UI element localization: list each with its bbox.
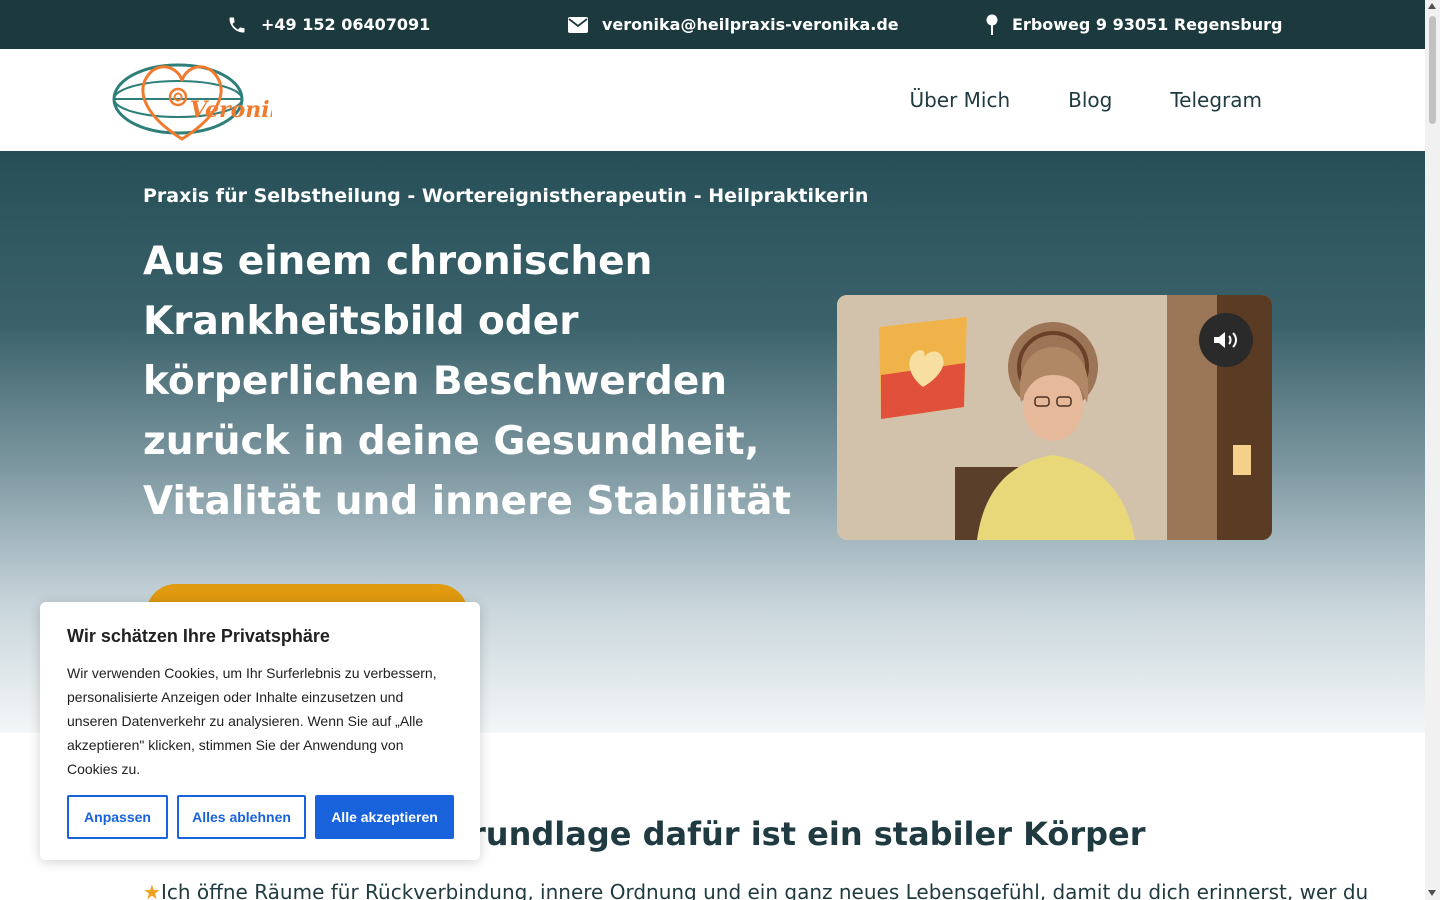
speaker-volume-icon <box>1214 332 1237 348</box>
cookie-buttons: Anpassen Alles ablehnen Alle akzeptieren <box>67 795 463 839</box>
site-header: Veronika Über Mich Blog Telegram <box>0 49 1425 151</box>
cookie-accept-button[interactable]: Alle akzeptieren <box>315 795 454 839</box>
map-pin-icon <box>986 14 998 35</box>
cookie-consent-dialog: Wir schätzen Ihre Privatsphäre Wir verwe… <box>40 602 480 860</box>
email-address: veronika@heilpraxis-veronika.de <box>602 15 899 34</box>
video-sound-button[interactable] <box>1199 313 1253 367</box>
section-intro: ★Ich öffne Räume für Rückverbindung, inn… <box>143 880 1368 900</box>
logo-text: Veronika <box>190 97 272 123</box>
phone-icon <box>229 17 245 32</box>
cookie-reject-button[interactable]: Alles ablehnen <box>177 795 306 839</box>
address-text: Erboweg 9 93051 Regensburg <box>1012 15 1283 34</box>
phone-contact[interactable]: +49 152 06407091 <box>227 0 430 49</box>
page-scrollbar[interactable] <box>1425 0 1440 900</box>
section-text: Ich öffne Räume für Rückverbindung, inne… <box>160 880 1369 900</box>
section-heading: rundlage dafür ist ein stabiler Körper <box>470 815 1146 853</box>
main-nav: Über Mich Blog Telegram <box>851 49 1262 151</box>
heart-globe-logo: Veronika <box>112 63 299 141</box>
nav-item-ueber-mich[interactable]: Über Mich <box>909 88 1010 112</box>
scroll-down-arrow-icon[interactable] <box>1428 890 1436 896</box>
scrollbar-thumb[interactable] <box>1429 16 1436 124</box>
cookie-customize-button[interactable]: Anpassen <box>67 795 168 839</box>
cookie-text: Wir verwenden Cookies, um Ihr Surferlebn… <box>67 665 437 777</box>
site-logo[interactable]: Veronika <box>112 59 299 143</box>
nav-item-telegram[interactable]: Telegram <box>1170 88 1262 112</box>
cookie-title: Wir schätzen Ihre Privatsphäre <box>67 626 330 646</box>
star-icon: ★ <box>143 880 161 900</box>
address-contact[interactable]: Erboweg 9 93051 Regensburg <box>986 0 1282 49</box>
nav-item-blog[interactable]: Blog <box>1068 88 1112 112</box>
hero-title: Aus einem chronischen Krankheitsbild ode… <box>143 239 792 524</box>
scroll-up-arrow-icon[interactable] <box>1428 3 1436 9</box>
hero-subtitle: Praxis für Selbstheilung - Wortereignist… <box>143 185 869 207</box>
email-contact[interactable]: veronika@heilpraxis-veronika.de <box>568 0 899 49</box>
contact-bar: +49 152 06407091 veronika@heilpraxis-ver… <box>0 0 1425 49</box>
envelope-icon <box>568 16 588 33</box>
phone-number: +49 152 06407091 <box>261 15 431 34</box>
